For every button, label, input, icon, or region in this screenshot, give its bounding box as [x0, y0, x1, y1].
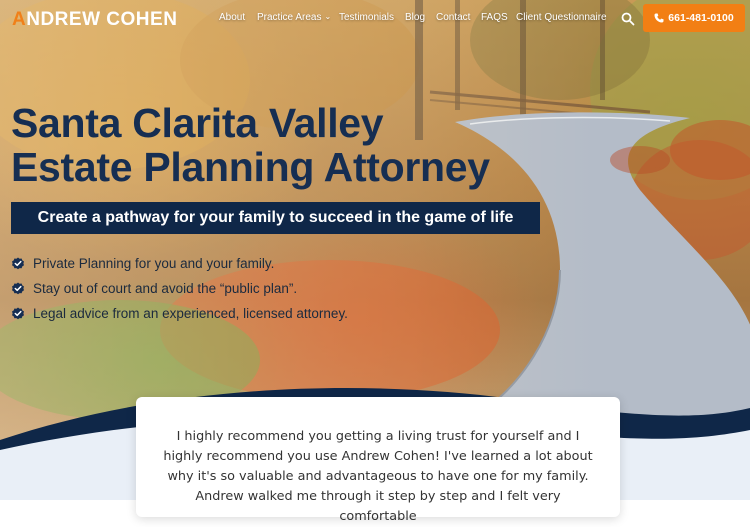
- nav-label: Blog: [405, 12, 426, 23]
- nav-label: Client Questionnaire: [516, 12, 607, 23]
- chevron-down-icon: ⌄: [324, 12, 332, 21]
- benefit-text: Private Planning for you and your family…: [33, 256, 275, 271]
- benefit-text: Stay out of court and avoid the “public …: [33, 281, 298, 296]
- site-header: ANDREW COHEN About Practice Areas ⌄ Testi…: [0, 0, 750, 38]
- nav-item-practice-areas[interactable]: Practice Areas ⌄: [257, 12, 331, 23]
- nav-item-faqs[interactable]: FAQS: [481, 12, 508, 23]
- phone-icon: [654, 13, 664, 23]
- check-badge-icon: [12, 282, 24, 294]
- nav-item-client-questionnaire[interactable]: Client Questionnaire: [516, 12, 607, 23]
- nav-label: Contact: [436, 12, 471, 23]
- nav-item-about[interactable]: About: [219, 12, 245, 23]
- logo-last-name: COHEN: [106, 9, 178, 30]
- nav-item-blog[interactable]: Blog: [405, 12, 425, 23]
- nav-label: Practice Areas: [257, 12, 322, 23]
- logo-accent-letter: A: [12, 9, 27, 30]
- nav-label: About: [219, 12, 246, 23]
- check-badge-icon: [12, 257, 24, 269]
- hero-title-line1: Santa Clarita Valley: [11, 100, 384, 146]
- benefit-item: Legal advice from an experienced, licens…: [11, 301, 348, 326]
- hero-tagline: Create a pathway for your family to succ…: [11, 202, 540, 234]
- testimonial-text: I highly recommend you getting a living …: [163, 429, 593, 524]
- phone-number: 661-481-0100: [668, 12, 734, 24]
- nav-label: Testimonials: [339, 12, 395, 23]
- benefit-item: Private Planning for you and your family…: [11, 251, 348, 276]
- nav-item-testimonials[interactable]: Testimonials: [339, 12, 394, 23]
- nav-item-contact[interactable]: Contact: [436, 12, 470, 23]
- nav-label: FAQS: [481, 12, 508, 23]
- hero-title-line2: Estate Planning Attorney: [11, 144, 490, 190]
- hero-benefits-list: Private Planning for you and your family…: [11, 251, 348, 326]
- search-icon[interactable]: [621, 12, 635, 26]
- site-logo[interactable]: ANDREW COHEN: [12, 9, 177, 31]
- hero-title: Santa Clarita Valley Estate Planning Att…: [11, 101, 571, 189]
- logo-first-name: ANDREW: [12, 9, 101, 30]
- phone-button[interactable]: 661-481-0100: [643, 4, 745, 32]
- benefit-text: Legal advice from an experienced, licens…: [33, 306, 348, 321]
- testimonial-card: I highly recommend you getting a living …: [136, 397, 620, 524]
- benefit-item: Stay out of court and avoid the “public …: [11, 276, 348, 301]
- check-badge-icon: [12, 307, 24, 319]
